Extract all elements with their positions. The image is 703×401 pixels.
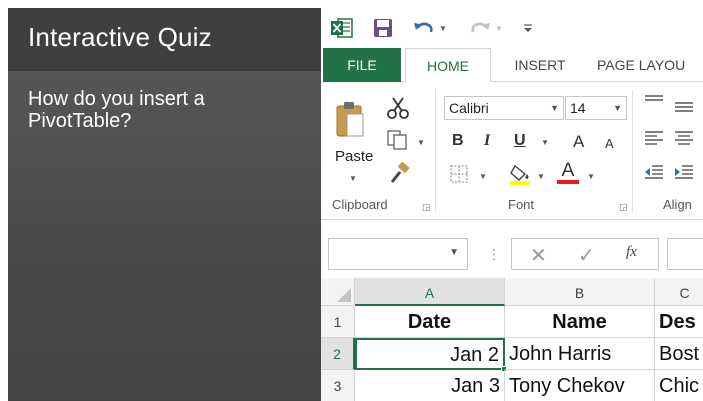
formula-input[interactable] bbox=[667, 238, 703, 270]
undo-dropdown-icon[interactable]: ▼ bbox=[439, 17, 447, 39]
align-top-icon[interactable] bbox=[643, 94, 665, 113]
borders-icon[interactable] bbox=[449, 164, 469, 189]
chevron-down-icon: ▼ bbox=[550, 103, 559, 113]
quick-access-toolbar: ▼ ▼ bbox=[321, 8, 703, 48]
format-painter-icon[interactable] bbox=[389, 161, 411, 189]
select-all-corner[interactable] bbox=[321, 278, 355, 306]
cut-icon[interactable] bbox=[387, 96, 409, 125]
tab-home[interactable]: HOME bbox=[405, 48, 491, 83]
column-header-a[interactable]: A bbox=[355, 278, 505, 306]
quiz-question: How do you insert a PivotTable? bbox=[28, 88, 205, 132]
quiz-header: Interactive Quiz bbox=[8, 8, 321, 71]
cell-a3[interactable]: Jan 3 bbox=[355, 370, 505, 401]
cell-c1[interactable]: Des bbox=[655, 306, 703, 338]
bold-button[interactable]: B bbox=[452, 132, 464, 150]
row-header-2[interactable]: 2 bbox=[321, 338, 355, 370]
paste-label[interactable]: Paste bbox=[335, 148, 373, 165]
formula-bar: ▼ ⋮ ✕ ✓ fx bbox=[321, 220, 703, 278]
name-box[interactable]: ▼ bbox=[328, 238, 468, 270]
cell-a1[interactable]: Date bbox=[355, 306, 505, 338]
undo-icon[interactable] bbox=[413, 17, 435, 39]
chevron-down-icon: ▼ bbox=[449, 247, 459, 258]
grow-font-button[interactable]: A bbox=[573, 132, 584, 152]
clipboard-launcher-icon[interactable]: ◲ bbox=[422, 202, 431, 213]
excel-logo-icon bbox=[331, 17, 353, 39]
decrease-indent-icon[interactable] bbox=[643, 164, 665, 185]
cell-c2[interactable]: Bost bbox=[655, 338, 703, 370]
font-name-value: Calibri bbox=[449, 100, 489, 116]
paste-dropdown-icon[interactable]: ▼ bbox=[349, 174, 357, 183]
align-middle-icon[interactable] bbox=[673, 100, 695, 119]
ribbon-tabs: FILE HOME INSERT PAGE LAYOU bbox=[321, 48, 703, 83]
shrink-font-button[interactable]: A bbox=[605, 136, 614, 151]
formula-bar-grip-icon: ⋮ bbox=[487, 246, 501, 262]
align-left-icon[interactable] bbox=[643, 130, 665, 151]
tab-insert[interactable]: INSERT bbox=[497, 48, 583, 82]
underline-dropdown-icon[interactable]: ▼ bbox=[541, 138, 549, 147]
clipboard-group-label: Clipboard bbox=[332, 197, 388, 212]
quiz-title: Interactive Quiz bbox=[28, 22, 212, 52]
align-center-icon[interactable] bbox=[673, 130, 695, 151]
fill-color-dropdown-icon[interactable]: ▼ bbox=[537, 172, 545, 181]
cell-b2[interactable]: John Harris bbox=[505, 338, 655, 370]
borders-dropdown-icon[interactable]: ▼ bbox=[479, 172, 487, 181]
copy-dropdown-icon[interactable]: ▼ bbox=[417, 138, 425, 147]
cell-a2[interactable]: Jan 2 bbox=[355, 338, 505, 370]
font-color-dropdown-icon[interactable]: ▼ bbox=[587, 172, 595, 181]
quiz-panel: Interactive Quiz How do you insert a Piv… bbox=[8, 8, 321, 401]
row-header-3[interactable]: 3 bbox=[321, 370, 355, 401]
row-header-1[interactable]: 1 bbox=[321, 306, 355, 338]
cell-c3[interactable]: Chic bbox=[655, 370, 703, 401]
tab-page-layout[interactable]: PAGE LAYOU bbox=[597, 48, 703, 82]
chevron-down-icon: ▼ bbox=[613, 103, 622, 113]
font-launcher-icon[interactable]: ◲ bbox=[619, 202, 628, 213]
cell-b3[interactable]: Tony Chekov bbox=[505, 370, 655, 401]
cell-b1[interactable]: Name bbox=[505, 306, 655, 338]
font-group-label: Font bbox=[508, 197, 535, 212]
paste-icon[interactable] bbox=[335, 100, 365, 143]
column-header-b[interactable]: B bbox=[505, 278, 655, 306]
font-name-select[interactable]: Calibri ▼ bbox=[444, 96, 564, 120]
ribbon: Paste ▼ ▼ Clipboard ◲ Calibri ▼ 14 ▼ B I… bbox=[321, 82, 703, 220]
cancel-icon[interactable]: ✕ bbox=[530, 243, 547, 268]
group-separator bbox=[632, 90, 633, 212]
font-size-value: 14 bbox=[570, 100, 586, 116]
underline-button[interactable]: U bbox=[514, 132, 526, 150]
fill-color-icon[interactable] bbox=[509, 162, 533, 191]
formula-buttons: ✕ ✓ fx bbox=[511, 238, 659, 270]
redo-dropdown-icon[interactable]: ▼ bbox=[495, 17, 503, 39]
excel-window: ▼ ▼ FILE HOME INSERT PAGE LAYOU Paste ▼ … bbox=[321, 8, 703, 401]
customize-toolbar-icon[interactable] bbox=[523, 17, 533, 39]
enter-icon[interactable]: ✓ bbox=[578, 243, 595, 268]
group-separator bbox=[435, 90, 436, 212]
redo-icon[interactable] bbox=[469, 17, 491, 39]
font-color-button[interactable]: A bbox=[557, 160, 579, 184]
tab-file[interactable]: FILE bbox=[323, 48, 401, 82]
alignment-group-label: Align bbox=[663, 197, 692, 212]
copy-icon[interactable] bbox=[387, 130, 409, 155]
italic-button[interactable]: I bbox=[484, 132, 490, 150]
column-header-c[interactable]: C bbox=[655, 278, 703, 306]
insert-function-button[interactable]: fx bbox=[626, 244, 637, 261]
font-size-select[interactable]: 14 ▼ bbox=[565, 96, 627, 120]
font-color-letter: A bbox=[561, 160, 575, 181]
increase-indent-icon[interactable] bbox=[673, 164, 695, 185]
save-icon[interactable] bbox=[373, 17, 393, 39]
worksheet-grid: A B C 1 Date Name Des 2 Jan 2 John Harri… bbox=[321, 278, 703, 401]
